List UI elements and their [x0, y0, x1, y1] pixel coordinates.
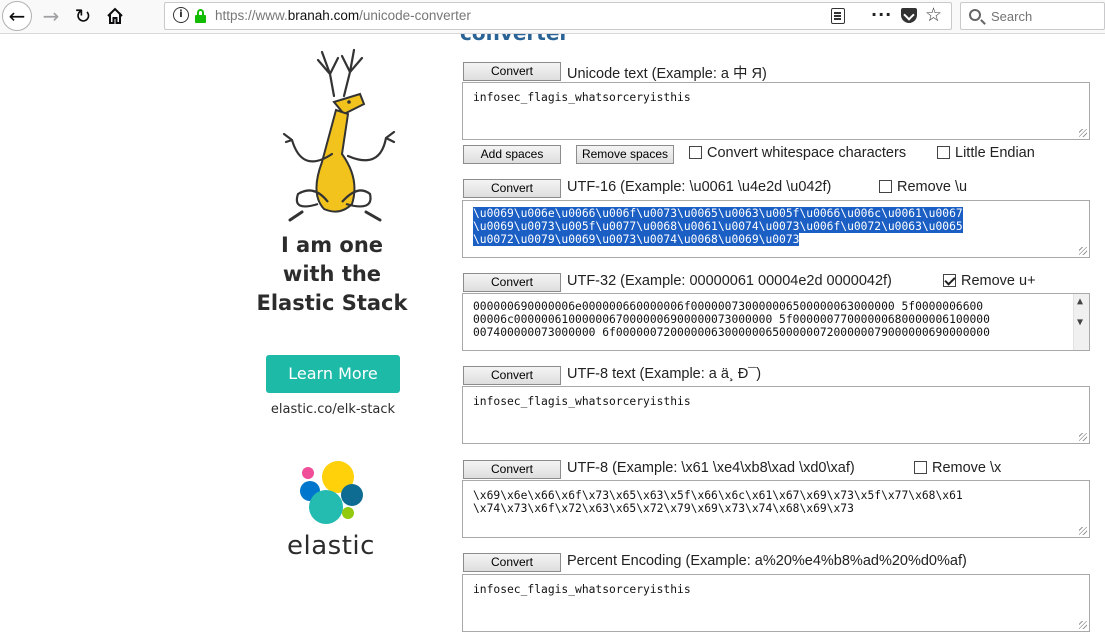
remove-u-plus-label: Remove u+: [961, 273, 1036, 289]
convert-whitespace-label: Convert whitespace characters: [707, 145, 907, 161]
utf8-textarea[interactable]: \x69\x6e\x66\x6f\x73\x65\x63\x5f\x66\x6c…: [462, 480, 1090, 538]
utf8-line: \x74\x73\x6f\x72\x63\x65\x72\x79\x69\x73…: [473, 502, 854, 515]
utf32-label: UTF-32 (Example: 00000061 00004e2d 00000…: [567, 273, 892, 289]
convert-utf16-button[interactable]: Convert: [463, 179, 561, 198]
search-icon: [969, 9, 981, 21]
remove-u-plus-checkbox[interactable]: [943, 274, 956, 287]
unicode-textarea[interactable]: infosec_flagis_whatsorceryisthis: [462, 82, 1090, 140]
ad-headline-line: Elastic Stack: [256, 291, 408, 315]
elastic-ad[interactable]: I am one with the Elastic Stack Learn Mo…: [240, 34, 430, 640]
elastic-wordmark: elastic: [287, 531, 375, 561]
page-actions-icon[interactable]: ···: [871, 5, 892, 24]
utf16-line: \u0072\u0079\u0069\u0073\u0074\u0068\u00…: [473, 233, 800, 246]
convert-whitespace-checkbox[interactable]: [689, 146, 702, 159]
remove-x-checkbox[interactable]: [914, 461, 927, 474]
percent-label: Percent Encoding (Example: a%20%e4%b8%ad…: [567, 553, 967, 569]
convert-utf8text-button[interactable]: Convert: [463, 366, 561, 385]
remove-u-label: Remove \u: [897, 179, 968, 195]
resize-grip-icon[interactable]: [1079, 433, 1087, 441]
utf8-line: \x69\x6e\x66\x6f\x73\x65\x63\x5f\x66\x6c…: [473, 489, 963, 502]
utf32-textarea[interactable]: 000000690000006e000000660000006f00000073…: [462, 293, 1090, 351]
utf32-line: 00006c0000006100000067000000690000007300…: [473, 313, 990, 326]
utf32-line: 007400000073000000 6f0000007200000063000…: [473, 326, 990, 339]
utf16-line: \u0069\u0073\u005f\u0077\u0068\u0061\u00…: [473, 220, 963, 233]
add-spaces-button[interactable]: Add spaces: [463, 145, 561, 164]
scroll-up-icon[interactable]: ▲: [1077, 295, 1083, 308]
little-endian-checkbox[interactable]: [937, 146, 950, 159]
info-icon[interactable]: i: [173, 7, 189, 23]
resize-grip-icon[interactable]: [1079, 129, 1087, 137]
elastic-logo-icon: [300, 461, 363, 524]
convert-percent-button[interactable]: Convert: [463, 553, 561, 572]
utf16-line: \u0069\u006e\u0066\u006f\u0073\u0065\u00…: [473, 207, 963, 220]
utf16-textarea[interactable]: \u0069\u006e\u0066\u006f\u0073\u0065\u00…: [462, 200, 1090, 258]
resize-grip-icon[interactable]: [1079, 527, 1087, 535]
remove-x-label: Remove \x: [932, 460, 1002, 476]
unicode-value: infosec_flagis_whatsorceryisthis: [473, 91, 691, 104]
home-icon[interactable]: [100, 2, 130, 30]
address-bar[interactable]: i https://www.branah.com/unicode-convert…: [164, 2, 952, 30]
utf8text-label: UTF-8 text (Example: a ä¸ Ð¯): [567, 366, 762, 382]
lock-icon: [195, 9, 206, 23]
utf8text-value: infosec_flagis_whatsorceryisthis: [473, 395, 691, 408]
deer-mascot-icon: [282, 48, 396, 222]
url-scheme: https://www.: [215, 8, 288, 23]
resize-grip-icon[interactable]: [1079, 247, 1087, 255]
percent-textarea[interactable]: infosec_flagis_whatsorceryisthis: [462, 574, 1090, 632]
utf32-line: 000000690000006e000000660000006f00000073…: [473, 300, 984, 313]
utf32-scrollbar[interactable]: ▲ ▼: [1073, 294, 1089, 350]
url-path: /unicode-converter: [359, 8, 471, 23]
little-endian-label: Little Endian: [955, 145, 1035, 161]
ad-headline-line: I am one: [280, 233, 384, 257]
reader-view-icon[interactable]: [831, 8, 845, 24]
back-arrow-icon[interactable]: ←: [2, 1, 32, 31]
page-heading: converter: [460, 34, 660, 46]
convert-utf32-button[interactable]: Convert: [463, 273, 561, 292]
remove-u-checkbox[interactable]: [879, 180, 892, 193]
remove-spaces-button[interactable]: Remove spaces: [576, 145, 674, 164]
page-heading-text: converter: [460, 34, 660, 45]
url-domain: branah.com: [287, 8, 360, 23]
ad-headline-line: with the: [282, 262, 382, 286]
utf8-label: UTF-8 (Example: \x61 \xe4\xb8\xad \xd0\x…: [567, 460, 855, 476]
forward-arrow-icon[interactable]: →: [36, 2, 66, 30]
convert-unicode-button[interactable]: Convert: [463, 62, 561, 81]
percent-value: infosec_flagis_whatsorceryisthis: [473, 583, 691, 596]
resize-grip-icon[interactable]: [1079, 621, 1087, 629]
utf8text-textarea[interactable]: infosec_flagis_whatsorceryisthis: [462, 386, 1090, 444]
ad-headline: I am one with the Elastic Stack: [240, 231, 424, 318]
reload-icon[interactable]: ↻: [68, 2, 98, 30]
search-placeholder: Search: [991, 9, 1033, 24]
unicode-label: Unicode text (Example: a 中 Я): [567, 66, 767, 82]
bookmark-star-icon[interactable]: ☆: [925, 4, 942, 26]
convert-utf8-button[interactable]: Convert: [463, 460, 561, 479]
learn-more-button[interactable]: Learn More: [266, 355, 400, 393]
pocket-icon[interactable]: [901, 8, 917, 23]
utf16-label: UTF-16 (Example: \u0061 \u4e2d \u042f): [567, 179, 832, 195]
scroll-down-icon[interactable]: ▼: [1077, 316, 1083, 329]
ad-link[interactable]: elastic.co/elk-stack: [240, 402, 426, 417]
browser-toolbar: ← → ↻ i https://www.branah.com/unicode-c…: [0, 0, 1105, 34]
url-text[interactable]: https://www.branah.com/unicode-converter: [215, 8, 471, 23]
search-bar[interactable]: Search: [960, 2, 1105, 30]
